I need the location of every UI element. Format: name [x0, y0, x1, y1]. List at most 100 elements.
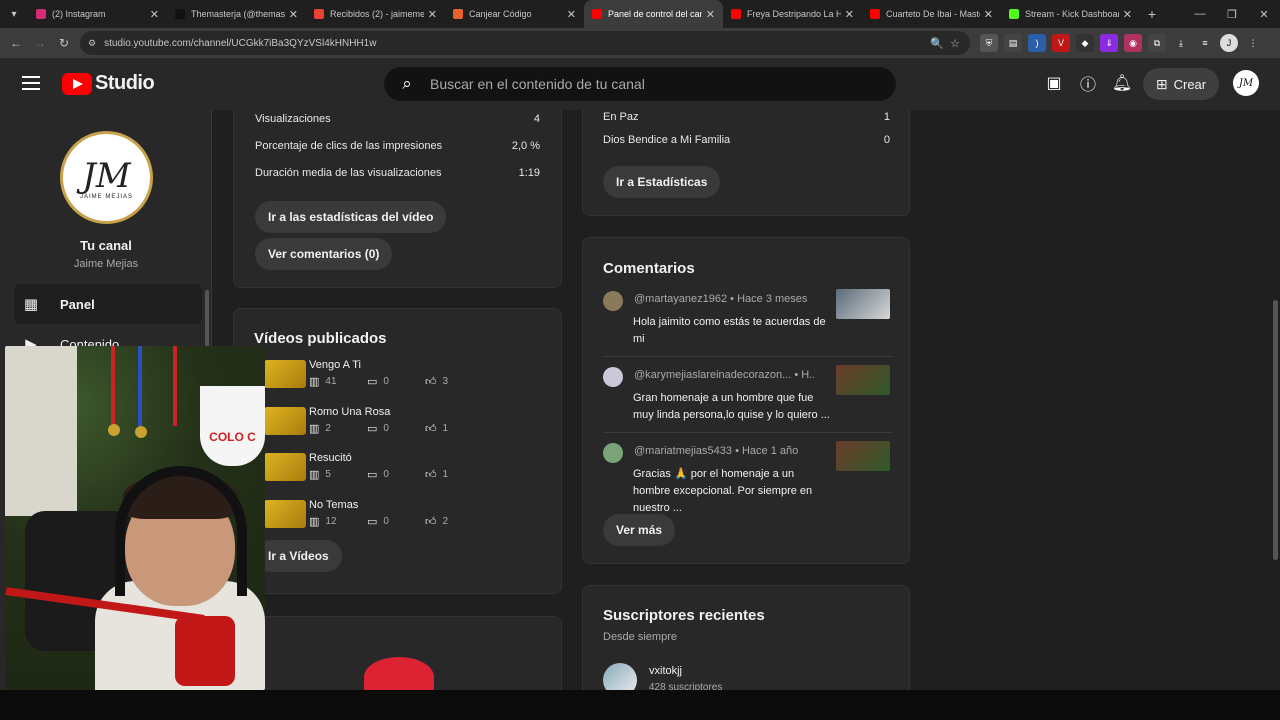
tab-close-icon[interactable]: ✕	[845, 8, 854, 21]
record-ext-icon[interactable]: ◉	[1124, 34, 1142, 52]
help-icon[interactable]: ⓘ	[1076, 71, 1100, 95]
minimize-icon[interactable]: —	[1184, 8, 1216, 20]
tab-close-icon[interactable]: ✕	[1123, 8, 1132, 21]
comment-video-thumbnail[interactable]	[836, 365, 890, 395]
zoom-star-icons[interactable]: 🔍 ☆	[930, 37, 960, 50]
comment-item[interactable]: @karymejiaslareinadecorazon... • H... Gra…	[603, 365, 893, 427]
reload-icon[interactable]: ↻	[52, 36, 76, 50]
comment-divider	[603, 356, 893, 357]
video-comments: ▭ 0	[367, 515, 389, 528]
commenter-avatar[interactable]	[603, 291, 623, 311]
media-icon[interactable]: ≡	[1196, 34, 1214, 52]
shield-ext-icon[interactable]: ⛨	[980, 34, 998, 52]
video-title[interactable]: Vengo A Ti	[309, 359, 361, 371]
page-ext-icon[interactable]: ▤	[1004, 34, 1022, 52]
stat-row-avg-duration: Duración media de las visualizaciones 1:…	[255, 167, 540, 179]
channel-title: Tu canal	[80, 238, 132, 253]
go-to-videos-button[interactable]: Ir a Vídeos	[255, 540, 342, 572]
hamburger-menu-icon[interactable]	[22, 76, 40, 94]
tab-close-icon[interactable]: ✕	[428, 8, 437, 21]
medal-icon	[135, 426, 147, 438]
subscriber-name[interactable]: vxitokjj	[649, 665, 682, 677]
sidebar-item-panel[interactable]: ▦ Panel	[14, 284, 202, 324]
puzzle-icon[interactable]: ⧉	[1148, 34, 1166, 52]
author-handle[interactable]: @martayanez1962	[634, 293, 727, 305]
video-thumbnail[interactable]	[264, 453, 306, 481]
address-bar[interactable]: ⚙ studio.youtube.com/channel/UCGkk7iBa3Q…	[80, 31, 970, 55]
menu-dots-icon[interactable]: ⋮	[1244, 34, 1262, 52]
video-row[interactable]: Romo Una Rosa ▥ 2 ▭ 0 👍︎ 1	[244, 406, 544, 437]
comment-video-thumbnail[interactable]	[836, 289, 890, 319]
new-tab-button[interactable]: +	[1140, 6, 1164, 22]
account-avatar[interactable]: JM	[1233, 70, 1259, 96]
browser-tab[interactable]: Cuarteto De Ibai - Masterchef ✕	[862, 0, 1001, 28]
video-title[interactable]: Romo Una Rosa	[309, 406, 390, 418]
channel-avatar[interactable]: JM JAIME MEJIAS	[60, 131, 153, 224]
restore-icon[interactable]: ❐	[1216, 8, 1248, 21]
browser-tab[interactable]: Panel de control del canal ✕	[584, 0, 723, 28]
comment-video-thumbnail[interactable]	[836, 441, 890, 471]
search-input[interactable]: ⌕ Buscar en el contenido de tu canal	[384, 67, 896, 101]
translate-ext-icon[interactable]: )	[1028, 34, 1046, 52]
v-ext-icon[interactable]: V	[1052, 34, 1070, 52]
tab-close-icon[interactable]: ✕	[706, 8, 715, 21]
author-handle[interactable]: @mariatmejias5433	[634, 445, 732, 457]
comment-icon: ▭	[367, 376, 378, 388]
video-thumbnail[interactable]	[264, 499, 306, 528]
thumbs-up-icon: 👍︎	[425, 376, 437, 388]
video-title[interactable]: No Temas	[309, 499, 358, 511]
commenter-avatar[interactable]	[603, 443, 623, 463]
video-title[interactable]: Resucitó	[309, 452, 352, 464]
close-window-icon[interactable]: ✕	[1248, 8, 1280, 21]
browser-tab[interactable]: Stream - Kick Dashboard ✕	[1001, 0, 1140, 28]
browser-tab[interactable]: (2) Instagram ✕	[28, 0, 167, 28]
video-thumbnail[interactable]	[264, 406, 306, 435]
comment-item[interactable]: @martayanez1962 • Hace 3 meses Hola jaimi…	[603, 289, 893, 351]
feedback-icon[interactable]: ▣	[1042, 71, 1066, 95]
browser-tab[interactable]: Freya Destripando La Historia ✕	[723, 0, 862, 28]
browser-tab[interactable]: Themasterja (@themasterja) ✕	[167, 0, 306, 28]
video-row[interactable]: No Temas ▥ 12 ▭ 0 👍︎ 2	[244, 499, 544, 530]
commenter-avatar[interactable]	[603, 367, 623, 387]
video-row[interactable]: Resucitó ▥ 5 ▭ 0 👍︎ 1	[244, 452, 544, 483]
create-button[interactable]: ⊞ Crear	[1143, 68, 1219, 100]
views-count: 5	[325, 469, 331, 480]
diamond-ext-icon[interactable]: ◆	[1076, 34, 1094, 52]
video-thumbnail[interactable]	[264, 360, 306, 388]
main-scrollbar[interactable]	[1273, 300, 1278, 560]
comment-author[interactable]: @karymejiaslareinadecorazon... • H...	[634, 369, 814, 381]
youtube-studio-logo[interactable]: Studio	[62, 72, 155, 95]
notifications-bell-icon[interactable]: 🔔︎	[1110, 71, 1134, 95]
comment-author[interactable]: @mariatmejias5433 • Hace 1 año	[634, 445, 814, 457]
tab-close-icon[interactable]: ✕	[567, 8, 576, 21]
tab-close-icon[interactable]: ✕	[289, 8, 298, 21]
url-text: studio.youtube.com/channel/UCGkk7iBa3QYz…	[104, 37, 377, 49]
browser-tab[interactable]: Recibidos (2) - jaimemejias ✕	[306, 0, 445, 28]
comment-author[interactable]: @martayanez1962 • Hace 3 meses	[634, 293, 814, 305]
downloads-icon[interactable]: ⤓	[1172, 34, 1190, 52]
tab-close-icon[interactable]: ✕	[150, 8, 159, 21]
author-handle[interactable]: @karymejiaslareinadecorazon...	[634, 369, 791, 381]
likes-count: 2	[442, 515, 449, 527]
top-content-row[interactable]: En Paz 1	[603, 111, 890, 123]
go-to-analytics-button[interactable]: Ir a Estadísticas	[603, 166, 721, 198]
views-count: 12	[325, 515, 337, 527]
tab-search-icon[interactable]: ▾	[0, 0, 28, 28]
view-comments-button[interactable]: Ver comentarios (0)	[255, 238, 393, 270]
video-analytics-button[interactable]: Ir a las estadísticas del vídeo	[255, 201, 447, 233]
tab-close-icon[interactable]: ✕	[984, 8, 993, 21]
browser-tab[interactable]: Canjear Código ✕	[445, 0, 584, 28]
studio-header: Studio ⌕ Buscar en el contenido de tu ca…	[0, 58, 1280, 110]
comment-item[interactable]: @mariatmejias5433 • Hace 1 año Gracias 🙏 …	[603, 441, 893, 514]
top-content-row[interactable]: Dios Bendice a Mi Familia 0	[603, 134, 890, 146]
back-icon[interactable]: ←	[4, 36, 28, 50]
profile-icon[interactable]: J	[1220, 34, 1238, 52]
video-views: ▥ 12	[309, 515, 337, 528]
video-row[interactable]: Vengo A Ti ▥ 41 ▭ 0 👍︎ 3	[244, 359, 544, 390]
see-more-button[interactable]: Ver más	[603, 514, 676, 546]
stat-label: Duración media de las visualizaciones	[255, 167, 442, 179]
download-ext-icon[interactable]: ⇓	[1100, 34, 1118, 52]
forward-icon[interactable]: →	[28, 36, 52, 50]
site-info-icon[interactable]: ⚙	[88, 38, 96, 49]
subscriber-avatar[interactable]	[603, 663, 637, 690]
